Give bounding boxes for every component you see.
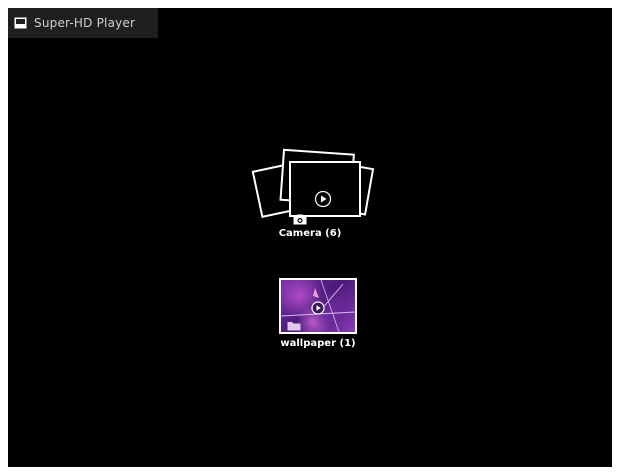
play-icon	[314, 190, 332, 212]
folder-icon	[287, 316, 301, 332]
folder-label-camera: Camera (6)	[278, 228, 342, 239]
play-icon	[311, 300, 325, 319]
camera-icon	[293, 210, 307, 229]
image-icon	[14, 17, 27, 30]
app-screen: Super-HD Player Camera (6) wallpaper (1)	[8, 8, 612, 467]
app-title: Super-HD Player	[34, 16, 136, 30]
folder-label-wallpaper: wallpaper (1)	[280, 338, 356, 349]
folder-wallpaper[interactable]: wallpaper (1)	[268, 278, 368, 349]
wallpaper-thumbnail	[279, 278, 357, 334]
title-bar: Super-HD Player	[8, 8, 158, 38]
camera-folder-stack	[251, 148, 375, 218]
folder-camera[interactable]: Camera (6)	[242, 144, 378, 239]
